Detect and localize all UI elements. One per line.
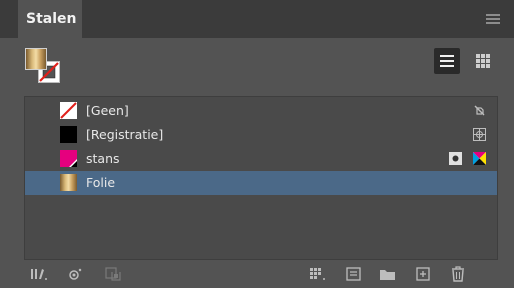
- swatch-row-geen[interactable]: [Geen]: [25, 99, 497, 123]
- swatch-label: stans: [86, 151, 120, 166]
- panel-menu-icon[interactable]: [486, 14, 500, 24]
- swatch-row-registratie[interactable]: [Registratie]: [25, 123, 497, 147]
- registration-swatch: [60, 126, 77, 143]
- grid-view-icon[interactable]: [470, 48, 496, 74]
- swatch-row-folie[interactable]: Folie: [25, 171, 497, 195]
- swatch-list: [Geen] [Registratie] stans Folie: [24, 96, 498, 260]
- swatches-panel: Stalen [Geen] [Registratie] stans Folie: [0, 0, 514, 288]
- new-swatch-icon[interactable]: [414, 265, 434, 283]
- fill-stroke-proxy[interactable]: [25, 48, 61, 84]
- spot-swatch: [60, 150, 77, 167]
- gradient-swatch: [60, 174, 77, 191]
- new-group-icon[interactable]: [104, 265, 124, 283]
- swatch-views-icon[interactable]: [308, 265, 328, 283]
- new-color-group-icon[interactable]: [344, 265, 364, 283]
- cmyk-mode-icon: [473, 152, 486, 165]
- fill-swatch[interactable]: [25, 48, 47, 70]
- panel-tab-bar: Stalen: [0, 0, 514, 38]
- folder-icon[interactable]: [378, 265, 398, 283]
- swatch-libraries-icon[interactable]: [30, 265, 50, 283]
- swatch-label: [Geen]: [86, 103, 129, 118]
- swatch-label: [Registratie]: [86, 127, 164, 142]
- swatch-label: Folie: [86, 175, 116, 190]
- spot-color-icon: [449, 152, 462, 165]
- none-swatch-icon: [60, 102, 77, 119]
- list-view-icon[interactable]: [434, 48, 460, 74]
- bottom-toolbar: [0, 262, 514, 288]
- not-editable-icon: [474, 105, 485, 116]
- swatch-row-stans[interactable]: stans: [25, 147, 497, 171]
- delete-swatch-icon[interactable]: [448, 265, 468, 283]
- tab-bar-spacer: [0, 0, 18, 38]
- registration-icon: [473, 128, 486, 141]
- show-kinds-icon[interactable]: [66, 265, 86, 283]
- tab-stalen[interactable]: Stalen: [18, 0, 82, 38]
